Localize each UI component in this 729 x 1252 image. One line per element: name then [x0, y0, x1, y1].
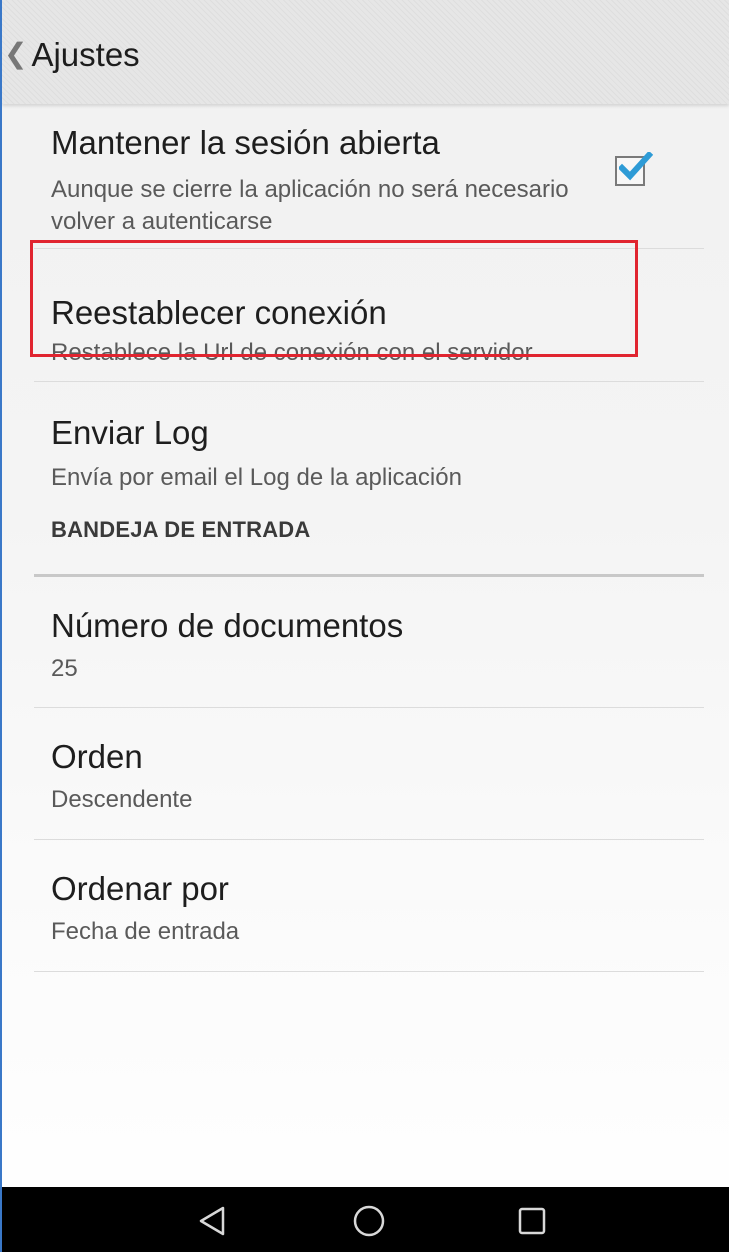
pref-document-count[interactable]: Número de documentos 25	[34, 577, 704, 708]
square-recents-icon	[518, 1207, 546, 1235]
up-navigation-button[interactable]: ❮ Ajustes	[4, 26, 140, 82]
nav-recents-button[interactable]	[515, 1204, 549, 1238]
pref-keep-session[interactable]: Mantener la sesión abierta Aunque se cie…	[34, 104, 704, 249]
pref-reset-connection[interactable]: Reestablecer conexión Restablece la Url …	[34, 249, 704, 382]
pref-title: Enviar Log	[51, 414, 209, 451]
keep-session-checkbox[interactable]	[615, 152, 653, 186]
preferences-list: Mantener la sesión abierta Aunque se cie…	[34, 104, 704, 972]
pref-summary: Descendente	[51, 786, 193, 813]
pref-summary: 25	[51, 655, 78, 682]
category-header: BANDEJA DE ENTRADA	[51, 517, 311, 542]
pref-send-log[interactable]: Enviar Log Envía por email el Log de la …	[34, 382, 704, 517]
pref-title: Número de documentos	[51, 607, 404, 644]
pref-title: Ordenar por	[51, 870, 229, 907]
system-navigation-bar	[2, 1187, 729, 1252]
pref-title: Orden	[51, 738, 143, 775]
pref-summary: Envía por email el Log de la aplicación	[51, 464, 462, 491]
action-bar: ❮ Ajustes	[2, 0, 729, 104]
settings-screen: ❮ Ajustes Mantener la sesión abierta Aun…	[0, 0, 729, 1252]
pref-title: Reestablecer conexión	[51, 294, 387, 331]
chevron-left-icon: ❮	[4, 38, 28, 69]
nav-back-button[interactable]	[195, 1204, 229, 1238]
check-icon	[619, 152, 653, 181]
pref-title: Mantener la sesión abierta	[51, 124, 440, 161]
category-inbox: BANDEJA DE ENTRADA	[34, 517, 704, 577]
pref-summary: Fecha de entrada	[51, 918, 240, 945]
pref-summary: Aunque se cierre la aplicación no será n…	[51, 176, 569, 235]
pref-sort-by[interactable]: Ordenar por Fecha de entrada	[34, 840, 704, 972]
pref-summary: Restablece la Url de conexión con el ser…	[51, 339, 533, 366]
page-title: Ajustes	[31, 35, 140, 73]
pref-order[interactable]: Orden Descendente	[34, 708, 704, 840]
triangle-back-icon	[199, 1206, 225, 1236]
nav-home-button[interactable]	[352, 1204, 386, 1238]
circle-home-icon	[353, 1205, 385, 1237]
